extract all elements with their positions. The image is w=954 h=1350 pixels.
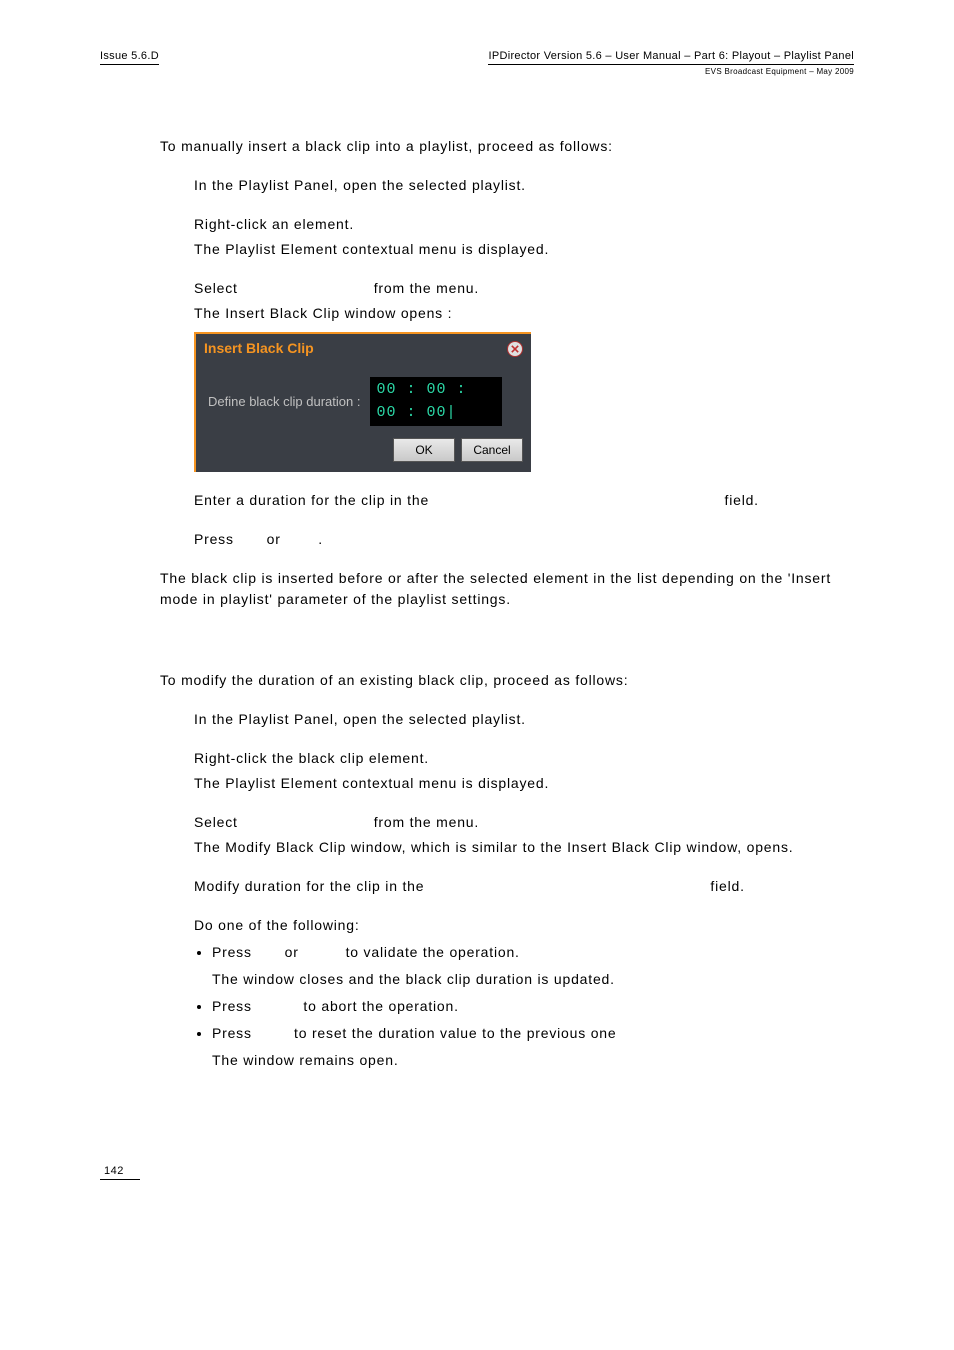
header-doc-sub: EVS Broadcast Equipment – May 2009 bbox=[488, 67, 854, 76]
dialog-title: Insert Black Clip bbox=[204, 338, 314, 359]
text-fragment: Press bbox=[212, 998, 256, 1014]
text-fragment: field. bbox=[706, 878, 745, 894]
text-fragment: or bbox=[262, 531, 285, 547]
text-fragment: to validate the operation. bbox=[341, 944, 520, 960]
text-fragment: Select bbox=[194, 814, 242, 830]
ok-button[interactable]: OK bbox=[393, 438, 455, 462]
text-fragment: Select bbox=[194, 280, 242, 296]
text-fragment: from the menu. bbox=[369, 814, 479, 830]
step-2-5: Do one of the following: Press or to val… bbox=[194, 915, 854, 1071]
step-2-2: Right-click the black clip element. The … bbox=[194, 748, 854, 794]
text-fragment: Press bbox=[212, 1025, 256, 1041]
text-fragment: Modify duration for the clip in the bbox=[194, 878, 429, 894]
duration-input[interactable]: 00 : 00 : 00 : 00| bbox=[370, 377, 502, 426]
insert-black-clip-dialog: Insert Black Clip Define black clip dura… bbox=[194, 332, 531, 472]
dialog-field-label: Define black clip duration : bbox=[208, 392, 360, 412]
bullet-sub: The window closes and the black clip dur… bbox=[212, 969, 854, 990]
page-number: 142 bbox=[100, 1165, 140, 1180]
header-doc-title: IPDirector Version 5.6 – User Manual – P… bbox=[488, 50, 854, 65]
text-fragment: or bbox=[280, 944, 303, 960]
page-header: Issue 5.6.D IPDirector Version 5.6 – Use… bbox=[100, 50, 854, 76]
step-1-5: Press or . bbox=[194, 529, 854, 550]
step-sub: The Playlist Element contextual menu is … bbox=[194, 239, 854, 260]
text-fragment: Press bbox=[212, 944, 256, 960]
close-icon[interactable] bbox=[507, 341, 523, 357]
outro-1: The black clip is inserted before or aft… bbox=[160, 568, 854, 610]
document-body: To manually insert a black clip into a p… bbox=[160, 136, 854, 1071]
text-fragment: to abort the operation. bbox=[299, 998, 459, 1014]
bullet-item: Press to abort the operation. bbox=[212, 996, 854, 1017]
bullet-sub: The window remains open. bbox=[212, 1050, 854, 1071]
step-1-3: Select from the menu. The Insert Black C… bbox=[194, 278, 854, 324]
text-fragment: Enter a duration for the clip in the bbox=[194, 492, 434, 508]
intro-1: To manually insert a black clip into a p… bbox=[160, 136, 854, 157]
step-text: Do one of the following: bbox=[194, 915, 854, 936]
text-fragment: from the menu. bbox=[369, 280, 479, 296]
cancel-button[interactable]: Cancel bbox=[461, 438, 523, 462]
step-1-4: Enter a duration for the clip in the fie… bbox=[194, 490, 854, 511]
step-text: Select from the menu. bbox=[194, 812, 854, 833]
step-sub: The Insert Black Clip window opens : bbox=[194, 303, 854, 324]
step-2-3: Select from the menu. The Modify Black C… bbox=[194, 812, 854, 858]
step-text: Select from the menu. bbox=[194, 278, 854, 299]
step-2-4: Modify duration for the clip in the fiel… bbox=[194, 876, 854, 897]
step-sub: The Playlist Element contextual menu is … bbox=[194, 773, 854, 794]
step-text: Right-click an element. bbox=[194, 214, 854, 235]
text-fragment: Press bbox=[194, 531, 238, 547]
step-text: Right-click the black clip element. bbox=[194, 748, 854, 769]
header-issue: Issue 5.6.D bbox=[100, 50, 159, 65]
text-fragment: field. bbox=[720, 492, 759, 508]
text-fragment: to reset the duration value to the previ… bbox=[289, 1025, 616, 1041]
step-sub: The Modify Black Clip window, which is s… bbox=[194, 837, 854, 858]
bullet-item: Press or to validate the operation. The … bbox=[212, 942, 854, 990]
intro-2: To modify the duration of an existing bl… bbox=[160, 670, 854, 691]
text-fragment: . bbox=[318, 531, 323, 547]
page-footer: 142 bbox=[100, 1161, 854, 1180]
bullet-item: Press to reset the duration value to the… bbox=[212, 1023, 854, 1071]
step-1-2: Right-click an element. The Playlist Ele… bbox=[194, 214, 854, 260]
step-2-1: In the Playlist Panel, open the selected… bbox=[194, 709, 854, 730]
step-1-1: In the Playlist Panel, open the selected… bbox=[194, 175, 854, 196]
